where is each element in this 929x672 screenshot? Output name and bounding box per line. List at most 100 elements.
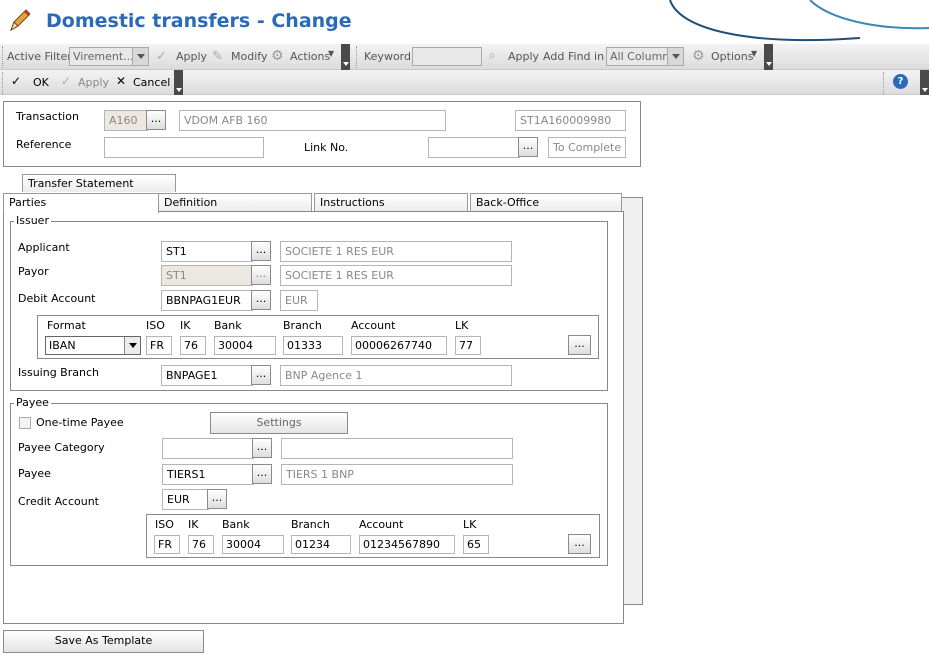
payee-iso-field[interactable]: FR <box>154 535 180 554</box>
debit-account-lookup-button[interactable]: ... <box>251 290 271 310</box>
payee-label: Payee <box>18 467 51 480</box>
issuing-branch-name-field: BNP Agence 1 <box>280 365 512 386</box>
account-label: Account <box>351 319 396 332</box>
toolbar-grip[interactable] <box>174 70 183 95</box>
link-no-field[interactable] <box>428 137 520 158</box>
ik-field[interactable]: 76 <box>180 336 206 355</box>
branch-label: Branch <box>283 319 322 332</box>
account-field[interactable]: 00006267740 <box>351 336 447 355</box>
payee-branch-field[interactable]: 01234 <box>291 535 351 554</box>
payee-ik-label: IK <box>188 518 199 531</box>
ok-button[interactable]: OK <box>33 76 49 89</box>
payee-ik-field[interactable]: 76 <box>188 535 214 554</box>
transaction-label: Transaction <box>16 110 79 123</box>
payor-name-field: SOCIETE 1 RES EUR <box>280 265 512 286</box>
payee-branch-label: Branch <box>291 518 330 531</box>
applicant-lookup-button[interactable]: ... <box>251 241 271 261</box>
payee-account-label: Account <box>359 518 404 531</box>
payee-lk-field[interactable]: 65 <box>463 535 489 554</box>
tab-back-office[interactable]: Back-Office <box>470 193 622 211</box>
chevron-down-icon <box>667 48 683 65</box>
cancel-button[interactable]: Cancel <box>133 76 170 89</box>
apply-button[interactable]: Apply <box>78 76 109 89</box>
payee-bank-lookup-button[interactable]: ... <box>568 534 591 554</box>
keyword-input[interactable] <box>412 47 482 66</box>
payee-category-field[interactable] <box>162 438 254 459</box>
payee-name-field: TIERS 1 BNP <box>281 464 513 485</box>
one-time-payee-checkbox[interactable] <box>19 417 31 429</box>
filter-apply-icon: ✓ <box>156 49 167 64</box>
issuing-branch-label: Issuing Branch <box>18 366 99 379</box>
help-icon[interactable]: ? <box>893 74 908 89</box>
modify-button[interactable]: Modify <box>231 50 267 63</box>
find-in-label: Find in <box>568 50 605 63</box>
issuing-branch-code-field[interactable]: BNPAGE1 <box>161 365 253 386</box>
save-as-template-button[interactable]: Save As Template <box>3 630 204 653</box>
credit-account-lookup-button[interactable]: ... <box>207 489 227 509</box>
link-no-lookup-button[interactable]: ... <box>518 137 538 157</box>
debit-account-field[interactable]: BBNPAG1EUR <box>161 290 253 311</box>
tab-instructions[interactable]: Instructions <box>314 193 468 211</box>
binoculars-icon: ⌕ <box>489 48 496 62</box>
payee-code-field[interactable]: TIERS1 <box>162 464 254 485</box>
status-field: To Complete <box>548 137 626 158</box>
applicant-label: Applicant <box>18 241 70 254</box>
debit-account-currency: EUR <box>280 290 318 311</box>
actions-menu[interactable]: Actions <box>290 50 330 63</box>
settings-button[interactable]: Settings <box>210 412 348 434</box>
issuing-branch-lookup-button[interactable]: ... <box>251 365 271 385</box>
chevron-down-icon <box>124 337 140 354</box>
payor-label: Payor <box>18 265 49 278</box>
issuer-legend: Issuer <box>14 214 51 227</box>
transaction-code-field[interactable]: A160 <box>104 110 148 131</box>
keyword-apply-button[interactable]: Apply <box>508 50 539 63</box>
keyword-add-button[interactable]: Add <box>543 50 564 63</box>
transaction-id-field[interactable]: ST1A160009980 <box>515 110 626 131</box>
close-icon: ✕ <box>116 74 127 88</box>
chevron-down-icon <box>132 48 148 65</box>
toolbar-grip[interactable] <box>341 44 350 70</box>
tab-transfer-statement[interactable]: Transfer Statement <box>22 174 176 192</box>
toolbar-grip[interactable] <box>764 44 773 70</box>
keyword-label: Keyword <box>364 50 411 63</box>
options-gear-icon: ⚙ <box>692 48 705 64</box>
filter-apply-button[interactable]: Apply <box>176 50 207 63</box>
toolbar-grip[interactable] <box>920 70 929 95</box>
lk-field[interactable]: 77 <box>455 336 481 355</box>
payee-lookup-button[interactable]: ... <box>252 464 272 484</box>
payee-bank-field[interactable]: 30004 <box>222 535 284 554</box>
transaction-desc-field[interactable]: VDOM AFB 160 <box>179 110 446 131</box>
tab-parties[interactable]: Parties <box>3 193 159 213</box>
lk-label: LK <box>455 319 469 332</box>
payee-category-lookup-button[interactable]: ... <box>252 438 272 458</box>
iso-field[interactable]: FR <box>146 336 172 355</box>
applicant-code-field[interactable]: ST1 <box>161 241 253 262</box>
filter-toolbar: Active Filter Virement... ✓ Apply ✎ Modi… <box>0 44 929 70</box>
reference-field[interactable] <box>104 137 264 158</box>
format-select[interactable]: IBAN <box>45 336 141 355</box>
payee-iso-label: ISO <box>155 518 174 531</box>
pencil-icon <box>10 9 30 32</box>
debit-account-label: Debit Account <box>18 292 96 305</box>
payee-category-name-field <box>281 438 513 459</box>
transaction-lookup-button[interactable]: ... <box>146 110 166 130</box>
payee-legend: Payee <box>14 396 51 409</box>
page-title: Domestic transfers - Change <box>46 10 352 32</box>
issuer-bank-lookup-button[interactable]: ... <box>568 335 591 355</box>
payee-account-field[interactable]: 01234567890 <box>359 535 455 554</box>
payee-category-label: Payee Category <box>18 441 105 454</box>
applicant-name-field: SOCIETE 1 RES EUR <box>280 241 512 262</box>
ok-check-icon: ✓ <box>11 74 22 88</box>
credit-account-field[interactable]: EUR <box>162 489 209 510</box>
options-menu[interactable]: Options <box>711 50 753 63</box>
options-chevron-icon: ▼ <box>751 49 758 58</box>
link-no-label: Link No. <box>304 141 349 154</box>
title-bar: Domestic transfers - Change <box>0 0 929 44</box>
bank-field[interactable]: 30004 <box>214 336 276 355</box>
branch-field[interactable]: 01333 <box>283 336 343 355</box>
find-in-dropdown[interactable]: All Columns <box>606 47 684 66</box>
tab-definition[interactable]: Definition <box>158 193 312 211</box>
payor-code-field: ST1 <box>161 265 253 286</box>
bank-label: Bank <box>214 319 242 332</box>
active-filter-dropdown[interactable]: Virement... <box>69 47 149 66</box>
